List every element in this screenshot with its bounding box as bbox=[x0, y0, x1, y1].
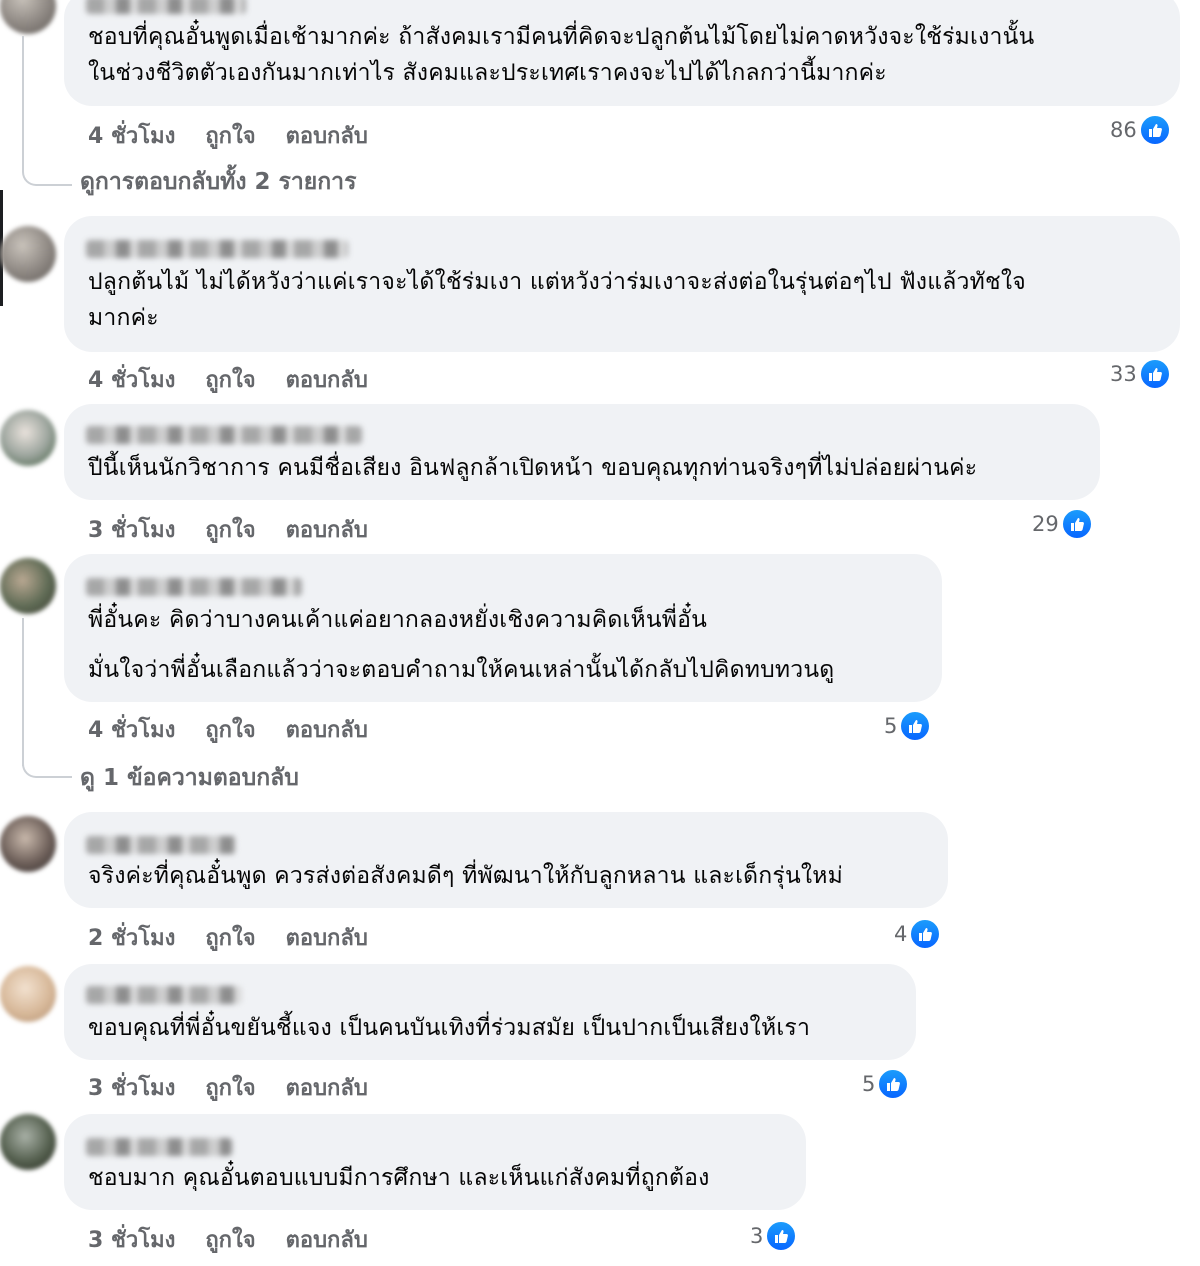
commenter-name[interactable] bbox=[86, 0, 246, 14]
comment-text-line: พี่อั๋นคะ คิดว่าบางคนเค้าแค่อยากลองหยั่ง… bbox=[88, 607, 708, 633]
reaction-count[interactable]: 5 bbox=[862, 1068, 910, 1100]
like-button[interactable]: ถูกใจ bbox=[205, 362, 255, 397]
avatar[interactable] bbox=[0, 410, 56, 466]
reaction-number: 5 bbox=[862, 1072, 876, 1096]
comment-actions: 3 ชั่วโมง ถูกใจ ตอบกลับ bbox=[88, 1070, 398, 1105]
thumbs-up-icon bbox=[877, 1068, 910, 1100]
reaction-count[interactable]: 3 bbox=[750, 1220, 798, 1252]
like-button[interactable]: ถูกใจ bbox=[205, 920, 255, 955]
timestamp[interactable]: 4 ชั่วโมง bbox=[88, 118, 175, 153]
like-button[interactable]: ถูกใจ bbox=[205, 1222, 255, 1257]
thumbs-up-icon bbox=[899, 710, 932, 742]
reaction-count[interactable]: 29 bbox=[1032, 508, 1093, 540]
reaction-count[interactable]: 5 bbox=[884, 710, 932, 742]
comment-text-line: ชอบที่คุณอั๋นพูดเมื่อเช้ามากค่ะ ถ้าสังคม… bbox=[88, 24, 1035, 50]
like-button[interactable]: ถูกใจ bbox=[205, 512, 255, 547]
comment-text-line: ในช่วงชีวิตตัวเองกันมากเท่าไร สังคมและปร… bbox=[88, 60, 887, 86]
comment-bubble: ขอบคุณที่พี่อั๋นขยันชี้แจง เป็นคนบันเทิง… bbox=[64, 964, 916, 1060]
thread-line bbox=[22, 618, 24, 766]
comment-actions: 4 ชั่วโมง ถูกใจ ตอบกลับ bbox=[88, 362, 398, 397]
reaction-number: 4 bbox=[894, 922, 908, 946]
reaction-count[interactable]: 86 bbox=[1110, 114, 1171, 146]
avatar[interactable] bbox=[0, 558, 56, 614]
comment-bubble: จริงค่ะที่คุณอั๋นพูด ควรส่งต่อสังคมดีๆ ท… bbox=[64, 812, 948, 908]
view-replies-link[interactable]: ดูการตอบกลับทั้ง 2 รายการ bbox=[80, 164, 356, 200]
commenter-name[interactable] bbox=[86, 986, 242, 1004]
like-button[interactable]: ถูกใจ bbox=[205, 1070, 255, 1105]
thread-line bbox=[22, 36, 24, 146]
timestamp[interactable]: 3 ชั่วโมง bbox=[88, 512, 175, 547]
commenter-name[interactable] bbox=[86, 1138, 232, 1156]
thumbs-up-icon bbox=[1138, 114, 1171, 146]
thumbs-up-icon bbox=[1138, 358, 1171, 390]
reply-button[interactable]: ตอบกลับ bbox=[286, 118, 368, 153]
comment-actions: 3 ชั่วโมง ถูกใจ ตอบกลับ bbox=[88, 1222, 398, 1257]
comment-bubble: ปลูกต้นไม้ ไม่ได้หวังว่าแค่เราจะได้ใช้ร่… bbox=[64, 216, 1180, 352]
reaction-number: 33 bbox=[1110, 362, 1137, 386]
comment-bubble: พี่อั๋นคะ คิดว่าบางคนเค้าแค่อยากลองหยั่ง… bbox=[64, 554, 942, 702]
thumbs-up-icon bbox=[1060, 508, 1093, 540]
avatar[interactable] bbox=[0, 226, 56, 282]
reaction-number: 5 bbox=[884, 714, 898, 738]
reaction-count[interactable]: 33 bbox=[1110, 358, 1171, 390]
avatar[interactable] bbox=[0, 816, 56, 872]
comment-text-line: ขอบคุณที่พี่อั๋นขยันชี้แจง เป็นคนบันเทิง… bbox=[88, 1015, 811, 1041]
thumbs-up-icon bbox=[765, 1220, 798, 1252]
comment-text-line: มั่นใจว่าพี่อั๋นเลือกแล้วว่าจะตอบคำถามให… bbox=[88, 657, 835, 683]
comment-actions: 2 ชั่วโมง ถูกใจ ตอบกลับ bbox=[88, 920, 398, 955]
timestamp[interactable]: 4 ชั่วโมง bbox=[88, 712, 175, 747]
timestamp[interactable]: 3 ชั่วโมง bbox=[88, 1222, 175, 1257]
comment-text-line: จริงค่ะที่คุณอั๋นพูด ควรส่งต่อสังคมดีๆ ท… bbox=[88, 863, 844, 889]
commenter-name[interactable] bbox=[86, 836, 236, 854]
reply-button[interactable]: ตอบกลับ bbox=[286, 1222, 368, 1257]
commenter-name[interactable] bbox=[86, 578, 302, 596]
comment-text-line: ปีนี้เห็นนักวิชาการ คนมีชื่อเสียง อินฟลู… bbox=[88, 455, 978, 481]
view-replies-link[interactable]: ดู 1 ข้อความตอบกลับ bbox=[80, 760, 299, 796]
reaction-count[interactable]: 4 bbox=[894, 918, 942, 950]
reply-button[interactable]: ตอบกลับ bbox=[286, 362, 368, 397]
timestamp[interactable]: 2 ชั่วโมง bbox=[88, 920, 175, 955]
avatar[interactable] bbox=[0, 0, 56, 34]
thumbs-up-icon bbox=[909, 918, 942, 950]
comment-actions: 4 ชั่วโมง ถูกใจ ตอบกลับ bbox=[88, 712, 398, 747]
thread-curve bbox=[22, 146, 72, 186]
commenter-name[interactable] bbox=[86, 240, 348, 258]
commenter-name[interactable] bbox=[86, 426, 362, 444]
reaction-number: 86 bbox=[1110, 118, 1137, 142]
comment-bubble: ชอบมาก คุณอั๋นตอบแบบมีการศึกษา และเห็นแก… bbox=[64, 1114, 806, 1210]
reaction-number: 3 bbox=[750, 1224, 764, 1248]
reply-button[interactable]: ตอบกลับ bbox=[286, 1070, 368, 1105]
reaction-number: 29 bbox=[1032, 512, 1059, 536]
comment-bubble: ชอบที่คุณอั๋นพูดเมื่อเช้ามากค่ะ ถ้าสังคม… bbox=[64, 0, 1180, 106]
like-button[interactable]: ถูกใจ bbox=[205, 712, 255, 747]
comment-actions: 3 ชั่วโมง ถูกใจ ตอบกลับ bbox=[88, 512, 398, 547]
reply-button[interactable]: ตอบกลับ bbox=[286, 512, 368, 547]
reply-button[interactable]: ตอบกลับ bbox=[286, 712, 368, 747]
reply-button[interactable]: ตอบกลับ bbox=[286, 920, 368, 955]
avatar[interactable] bbox=[0, 1114, 56, 1170]
comment-actions: 4 ชั่วโมง ถูกใจ ตอบกลับ bbox=[88, 118, 398, 153]
avatar[interactable] bbox=[0, 966, 56, 1022]
comment-text-line: ชอบมาก คุณอั๋นตอบแบบมีการศึกษา และเห็นแก… bbox=[88, 1165, 710, 1191]
comment-bubble: ปีนี้เห็นนักวิชาการ คนมีชื่อเสียง อินฟลู… bbox=[64, 404, 1100, 500]
timestamp[interactable]: 4 ชั่วโมง bbox=[88, 362, 175, 397]
timestamp[interactable]: 3 ชั่วโมง bbox=[88, 1070, 175, 1105]
like-button[interactable]: ถูกใจ bbox=[205, 118, 255, 153]
comment-text-line: มากค่ะ bbox=[88, 305, 159, 331]
thread-curve bbox=[22, 750, 72, 778]
comment-text-line: ปลูกต้นไม้ ไม่ได้หวังว่าแค่เราจะได้ใช้ร่… bbox=[88, 269, 1026, 295]
